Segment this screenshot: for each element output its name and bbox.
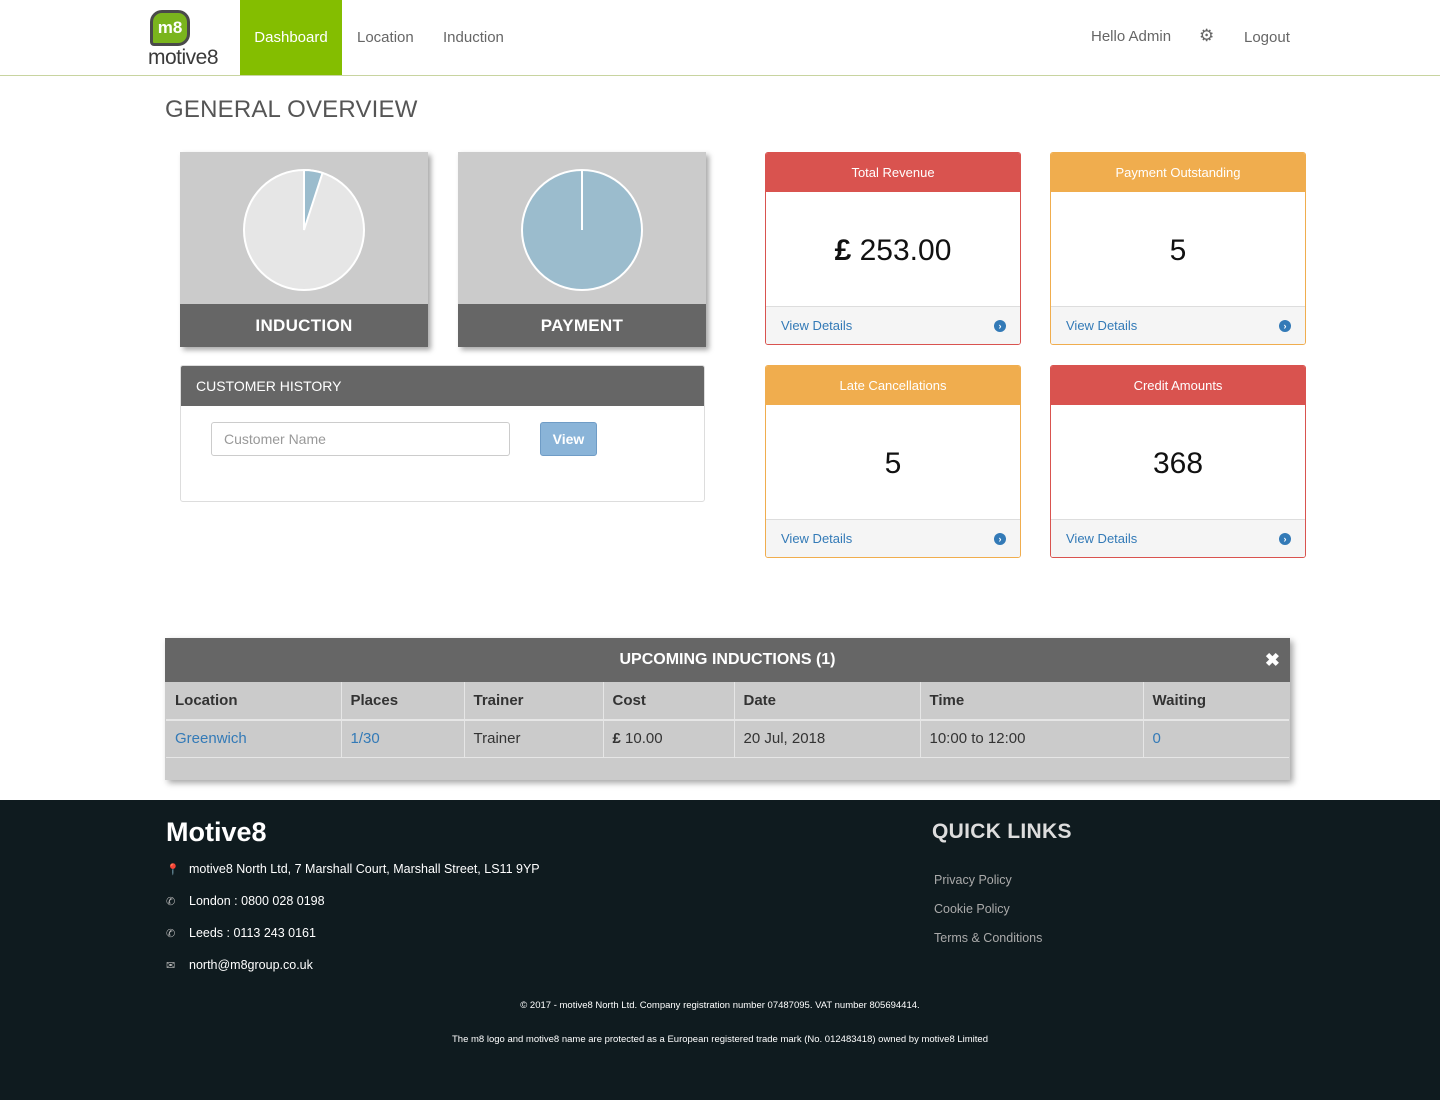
column-header-waiting: Waiting	[1143, 682, 1289, 721]
payment-outstanding-value: 5	[1169, 234, 1187, 267]
total-revenue-panel: Total Revenue £ 253.00 View Details ›	[765, 152, 1021, 345]
cell-places[interactable]: 1/30	[341, 720, 465, 758]
upcoming-inductions-title: UPCOMING INDUCTIONS (1) ✖	[165, 638, 1290, 682]
view-details-link[interactable]: View Details	[781, 318, 852, 333]
view-details-link[interactable]: View Details	[1066, 531, 1137, 546]
waiting-link[interactable]: 0	[1153, 730, 1161, 747]
credit-amounts-title: Credit Amounts	[1051, 366, 1305, 405]
total-revenue-title: Total Revenue	[766, 153, 1020, 192]
phone-icon: ✆	[166, 896, 176, 908]
late-cancellations-value: 5	[884, 447, 902, 480]
motive8-logo[interactable]: m8 motive8	[148, 8, 228, 70]
view-details-link[interactable]: View Details	[1066, 318, 1137, 333]
gear-icon[interactable]: ⚙	[1199, 0, 1214, 75]
induction-pie-label: INDUCTION	[180, 304, 428, 347]
footer-trademark: The m8 logo and motive8 name are protect…	[452, 1034, 988, 1045]
total-revenue-value: £ 253.00	[766, 192, 1020, 306]
customer-history-title: CUSTOMER HISTORY	[181, 366, 704, 406]
footer-address: 📍 motive8 North Ltd, 7 Marshall Court, Ma…	[166, 862, 540, 876]
phone-icon: ✆	[166, 928, 176, 940]
page-title: GENERAL OVERVIEW	[165, 96, 418, 123]
payment-outstanding-title: Payment Outstanding	[1051, 153, 1305, 192]
upcoming-inductions-table: Location Places Trainer Cost Date Time W…	[166, 682, 1289, 758]
footer-leeds-phone: ✆ Leeds : 0113 243 0161	[166, 926, 316, 940]
column-header-places: Places	[341, 682, 465, 721]
upcoming-inductions-title-text: UPCOMING INDUCTIONS (1)	[619, 651, 836, 668]
credit-amounts-panel: Credit Amounts 368 View Details ›	[1050, 365, 1306, 558]
late-cancellations-title: Late Cancellations	[766, 366, 1020, 405]
footer-email[interactable]: ✉ north@m8group.co.uk	[166, 958, 313, 972]
cookie-policy-link[interactable]: Cookie Policy	[934, 902, 1010, 916]
logo-badge: m8	[150, 10, 190, 46]
payment-pie-chart	[521, 169, 643, 291]
column-header-time: Time	[920, 682, 1144, 721]
view-button[interactable]: View	[540, 422, 597, 456]
footer-address-text: motive8 North Ltd, 7 Marshall Court, Mar…	[189, 862, 540, 876]
arrow-circle-right-icon[interactable]: ›	[1279, 533, 1291, 545]
induction-pie-chart	[243, 168, 365, 291]
cell-trainer: Trainer	[464, 720, 604, 758]
privacy-policy-link[interactable]: Privacy Policy	[934, 873, 1012, 887]
induction-pie-card[interactable]: INDUCTION	[180, 152, 428, 347]
footer-copyright: © 2017 - motive8 North Ltd. Company regi…	[520, 1000, 920, 1011]
nav-location[interactable]: Location	[357, 0, 414, 75]
customer-name-input[interactable]	[211, 422, 510, 456]
arrow-circle-right-icon[interactable]: ›	[1279, 320, 1291, 332]
late-cancellations-view-details[interactable]: View Details ›	[766, 519, 1020, 557]
map-pin-icon: 📍	[166, 864, 180, 876]
footer-leeds-text: Leeds : 0113 243 0161	[189, 926, 316, 940]
nav-induction[interactable]: Induction	[443, 0, 504, 75]
currency-symbol: £	[834, 234, 852, 267]
cell-cost: £ 10.00	[603, 720, 735, 758]
credit-amounts-view-details[interactable]: View Details ›	[1051, 519, 1305, 557]
cost-currency: £	[612, 730, 621, 748]
cell-location[interactable]: Greenwich	[166, 720, 342, 758]
cell-waiting[interactable]: 0	[1143, 720, 1289, 758]
total-revenue-view-details[interactable]: View Details ›	[766, 306, 1020, 344]
payment-outstanding-view-details[interactable]: View Details ›	[1051, 306, 1305, 344]
arrow-circle-right-icon[interactable]: ›	[994, 320, 1006, 332]
places-link[interactable]: 1/30	[351, 730, 380, 747]
late-cancellations-panel: Late Cancellations 5 View Details ›	[765, 365, 1021, 558]
logo-text: motive8	[148, 46, 219, 69]
location-link[interactable]: Greenwich	[175, 730, 247, 747]
payment-pie-label: PAYMENT	[458, 304, 706, 347]
column-header-trainer: Trainer	[464, 682, 604, 721]
footer-email-text[interactable]: north@m8group.co.uk	[189, 958, 313, 972]
upcoming-inductions-panel: UPCOMING INDUCTIONS (1) ✖ Location Place…	[165, 638, 1290, 780]
close-icon[interactable]: ✖	[1265, 638, 1280, 682]
footer: Motive8 📍 motive8 North Ltd, 7 Marshall C…	[0, 800, 1440, 1100]
nav-logout[interactable]: Logout	[1244, 0, 1290, 75]
table-header-row: Location Places Trainer Cost Date Time W…	[166, 682, 1289, 721]
column-header-location: Location	[166, 682, 342, 721]
nav-dashboard[interactable]: Dashboard	[240, 0, 342, 75]
credit-amounts-value: 368	[1152, 447, 1204, 480]
terms-conditions-link[interactable]: Terms & Conditions	[934, 931, 1042, 945]
cell-time: 10:00 to 12:00	[920, 720, 1144, 758]
nav-hello-admin[interactable]: Hello Admin	[1091, 0, 1171, 75]
footer-london-phone: ✆ London : 0800 028 0198	[166, 894, 325, 908]
view-details-link[interactable]: View Details	[781, 531, 852, 546]
total-revenue-amount: 253.00	[859, 234, 952, 267]
payment-pie-card[interactable]: PAYMENT	[458, 152, 706, 347]
column-header-date: Date	[734, 682, 921, 721]
footer-london-text: London : 0800 028 0198	[189, 894, 325, 908]
arrow-circle-right-icon[interactable]: ›	[994, 533, 1006, 545]
navbar: m8 motive8 Dashboard Location Induction …	[0, 0, 1440, 76]
quick-links-title: QUICK LINKS	[932, 820, 1072, 843]
cell-date: 20 Jul, 2018	[734, 720, 921, 758]
customer-history-panel: CUSTOMER HISTORY View	[180, 365, 705, 502]
column-header-cost: Cost	[603, 682, 735, 721]
footer-brand: Motive8	[166, 817, 267, 847]
cost-value: 10.00	[625, 730, 663, 748]
envelope-icon: ✉	[166, 960, 176, 972]
payment-outstanding-panel: Payment Outstanding 5 View Details ›	[1050, 152, 1306, 345]
table-row: Greenwich 1/30 Trainer £ 10.00 20 Jul, 2…	[166, 720, 1289, 758]
